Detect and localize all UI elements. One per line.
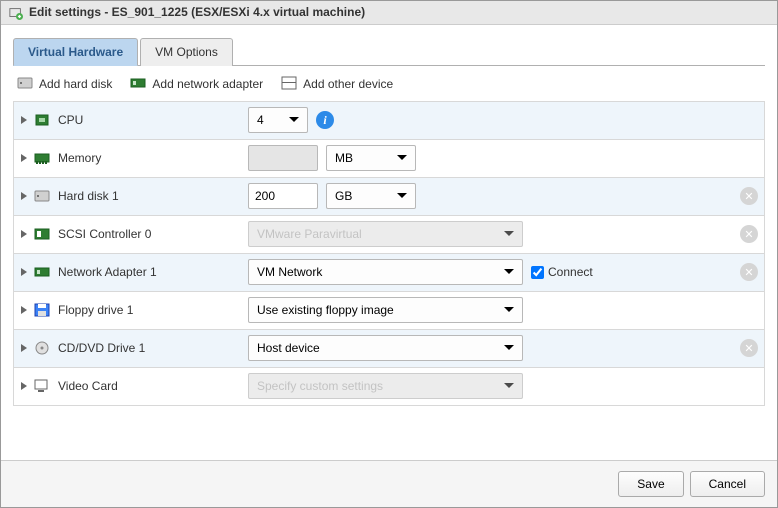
- info-icon[interactable]: i: [316, 111, 334, 129]
- device-list: CPU 4 i Memory MB Hard disk: [13, 101, 765, 406]
- add-device-toolbar: Add hard disk Add network adapter Add ot…: [13, 66, 765, 101]
- device-row-memory: Memory MB: [14, 140, 764, 178]
- hard-disk-label: Hard disk 1: [58, 189, 248, 203]
- scsi-type-select: VMware Paravirtual: [248, 221, 523, 247]
- expand-toggle[interactable]: [20, 189, 30, 203]
- connect-checkbox-label[interactable]: Connect: [531, 265, 593, 279]
- expand-toggle[interactable]: [20, 341, 30, 355]
- floppy-source-select[interactable]: Use existing floppy image: [248, 297, 523, 323]
- expand-toggle[interactable]: [20, 151, 30, 165]
- other-device-icon: [281, 76, 297, 93]
- dialog-title: Edit settings - ES_901_1225 (ESX/ESXi 4.…: [29, 5, 365, 19]
- floppy-icon: [34, 303, 52, 317]
- video-label: Video Card: [58, 379, 248, 393]
- memory-icon: [34, 151, 52, 165]
- scsi-label: SCSI Controller 0: [58, 227, 248, 241]
- remove-device-button[interactable]: ✕: [740, 263, 758, 281]
- remove-device-button[interactable]: ✕: [740, 339, 758, 357]
- titlebar: Edit settings - ES_901_1225 (ESX/ESXi 4.…: [1, 1, 777, 25]
- connect-label: Connect: [548, 265, 593, 279]
- hard-disk-icon: [34, 189, 52, 203]
- scsi-icon: [34, 227, 52, 241]
- expand-toggle[interactable]: [20, 265, 30, 279]
- network-select[interactable]: VM Network: [248, 259, 523, 285]
- connect-checkbox[interactable]: [531, 266, 544, 279]
- add-other-device-button[interactable]: Add other device: [281, 76, 393, 93]
- edit-settings-dialog: Edit settings - ES_901_1225 (ESX/ESXi 4.…: [0, 0, 778, 508]
- device-row-cddvd: CD/DVD Drive 1 Host device ✕: [14, 330, 764, 368]
- device-row-hard-disk: Hard disk 1 GB ✕: [14, 178, 764, 216]
- device-row-network: Network Adapter 1 VM Network Connect ✕: [14, 254, 764, 292]
- tab-vm-options[interactable]: VM Options: [140, 38, 233, 66]
- cpu-icon: [34, 113, 52, 127]
- expand-toggle[interactable]: [20, 303, 30, 317]
- expand-toggle[interactable]: [20, 113, 30, 127]
- tab-virtual-hardware[interactable]: Virtual Hardware: [13, 38, 138, 66]
- video-card-icon: [34, 379, 52, 393]
- add-other-device-label: Add other device: [303, 77, 393, 91]
- memory-label: Memory: [58, 151, 248, 165]
- memory-unit-select[interactable]: MB: [326, 145, 416, 171]
- tab-bar: Virtual Hardware VM Options: [13, 37, 765, 66]
- add-network-adapter-button[interactable]: Add network adapter: [130, 76, 263, 93]
- cpu-count-select[interactable]: 4: [248, 107, 308, 133]
- content-area: Virtual Hardware VM Options Add hard dis…: [1, 25, 777, 460]
- cpu-label: CPU: [58, 113, 248, 127]
- dialog-footer: Save Cancel: [1, 460, 777, 507]
- network-adapter-icon: [130, 76, 146, 93]
- cddvd-source-select[interactable]: Host device: [248, 335, 523, 361]
- floppy-label: Floppy drive 1: [58, 303, 248, 317]
- memory-size-input: [248, 145, 318, 171]
- device-row-scsi: SCSI Controller 0 VMware Paravirtual ✕: [14, 216, 764, 254]
- network-adapter-icon: [34, 265, 52, 279]
- cd-icon: [34, 341, 52, 355]
- hard-disk-icon: [17, 76, 33, 93]
- save-button[interactable]: Save: [618, 471, 683, 497]
- add-hard-disk-label: Add hard disk: [39, 77, 112, 91]
- expand-toggle[interactable]: [20, 379, 30, 393]
- device-row-cpu: CPU 4 i: [14, 102, 764, 140]
- add-network-adapter-label: Add network adapter: [152, 77, 263, 91]
- device-row-floppy: Floppy drive 1 Use existing floppy image: [14, 292, 764, 330]
- hard-disk-size-input[interactable]: [248, 183, 318, 209]
- remove-device-button[interactable]: ✕: [740, 187, 758, 205]
- remove-device-button[interactable]: ✕: [740, 225, 758, 243]
- cddvd-label: CD/DVD Drive 1: [58, 341, 248, 355]
- add-hard-disk-button[interactable]: Add hard disk: [17, 76, 112, 93]
- vm-icon: [9, 5, 23, 20]
- device-row-video: Video Card Specify custom settings: [14, 368, 764, 406]
- network-label: Network Adapter 1: [58, 265, 248, 279]
- video-settings-select: Specify custom settings: [248, 373, 523, 399]
- expand-toggle[interactable]: [20, 227, 30, 241]
- hard-disk-unit-select[interactable]: GB: [326, 183, 416, 209]
- cancel-button[interactable]: Cancel: [690, 471, 765, 497]
